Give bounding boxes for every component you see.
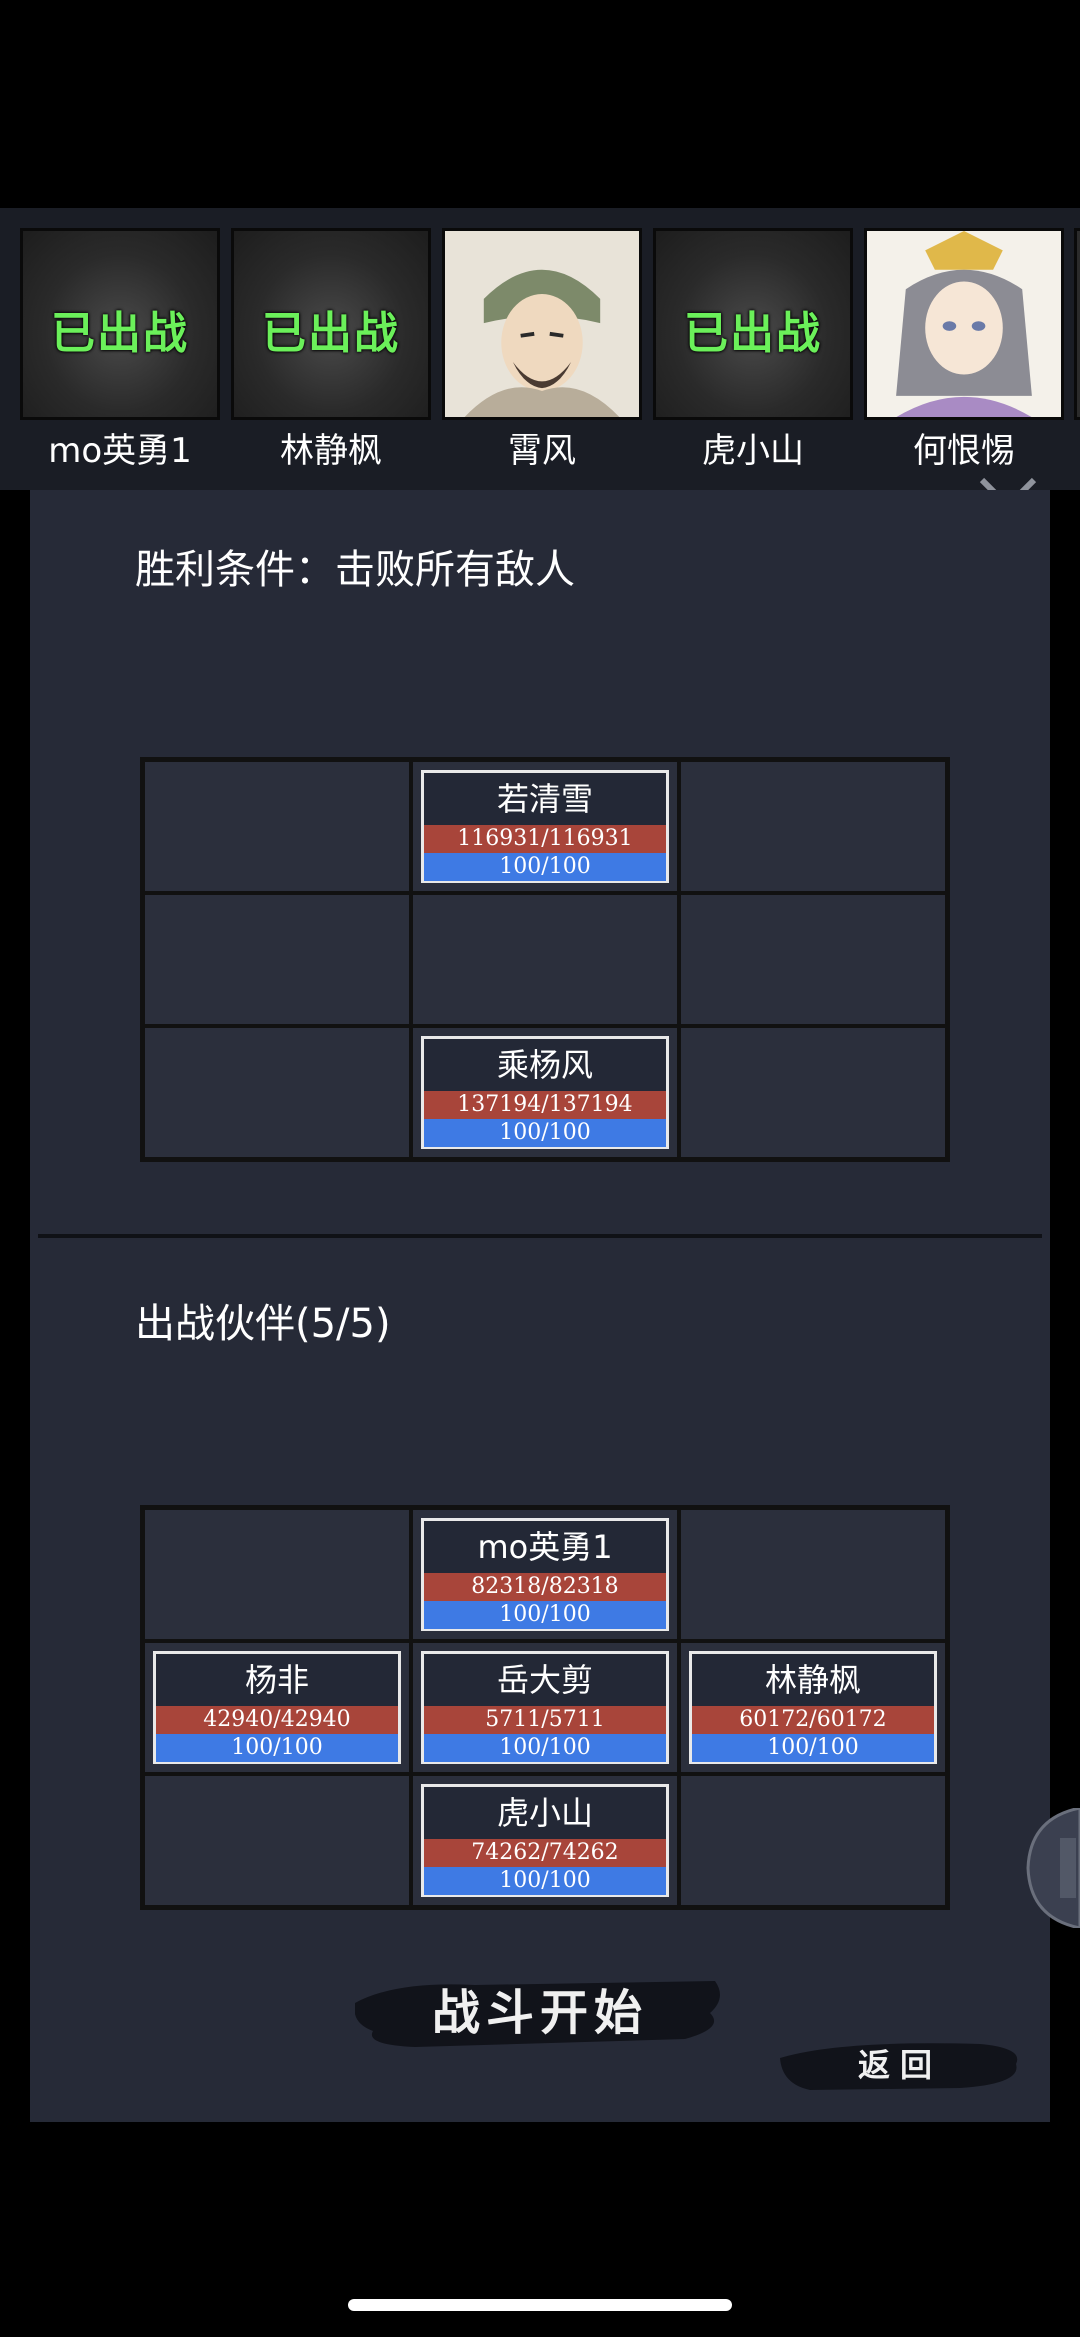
grid-cell[interactable] <box>143 1508 411 1641</box>
unit-name: 岳大剪 <box>496 1661 593 1699</box>
portrait-name: mo英勇1 <box>48 431 192 471</box>
grid-cell <box>679 760 947 893</box>
enemy-unit-card[interactable]: 乘杨风 137194/137194 100/100 <box>421 1036 669 1149</box>
portrait-name: 何恨惕 <box>913 431 1015 471</box>
grid-cell[interactable]: 虎小山 74262/74262 100/100 <box>411 1774 679 1907</box>
portrait-name: 霄风 <box>508 431 576 471</box>
mp-bar: 100/100 <box>424 1601 666 1629</box>
hp-bar: 42940/42940 <box>156 1706 398 1734</box>
back-label: 返回 <box>857 2046 942 2084</box>
grid-cell <box>143 1026 411 1159</box>
victory-condition-title: 胜利条件：击败所有敌人 <box>135 547 575 593</box>
mp-bar: 100/100 <box>156 1734 398 1762</box>
deployed-label: 已出战 <box>51 308 189 359</box>
grid-cell[interactable]: 杨非 42940/42940 100/100 <box>143 1641 411 1774</box>
portrait-name: 林静枫 <box>280 431 382 471</box>
back-button[interactable]: 返回 <box>780 2036 1020 2094</box>
grid-cell <box>679 893 947 1026</box>
unit-name: 虎小山 <box>496 1794 593 1832</box>
hero-portrait-image <box>867 231 1061 417</box>
mp-bar: 100/100 <box>424 1119 666 1147</box>
grid-cell[interactable]: mo英勇1 82318/82318 100/100 <box>411 1508 679 1641</box>
unit-name: 若清雪 <box>496 780 593 818</box>
mp-bar: 100/100 <box>692 1734 934 1762</box>
portrait-roster: 已出战 mo英勇1 已出战 林静枫 霄风 已出战 虎小山 何恨惕 <box>0 208 1080 490</box>
enemy-unit-card[interactable]: 若清雪 116931/116931 100/100 <box>421 770 669 883</box>
party-unit-card[interactable]: mo英勇1 82318/82318 100/100 <box>421 1518 669 1631</box>
portrait-card-2[interactable]: 已出战 <box>231 228 431 420</box>
grid-cell[interactable] <box>143 1774 411 1907</box>
party-title: 出战伙伴(5/5) <box>135 1301 391 1347</box>
party-unit-card[interactable]: 岳大剪 5711/5711 100/100 <box>421 1651 669 1764</box>
grid-cell[interactable]: 岳大剪 5711/5711 100/100 <box>411 1641 679 1774</box>
party-unit-card[interactable]: 虎小山 74262/74262 100/100 <box>421 1784 669 1897</box>
unit-name: mo英勇1 <box>477 1528 613 1566</box>
mp-bar: 100/100 <box>424 1867 666 1895</box>
unit-name: 杨非 <box>244 1661 309 1699</box>
deployed-label: 已出战 <box>684 308 822 359</box>
grid-cell <box>143 760 411 893</box>
party-formation-grid: mo英勇1 82318/82318 100/100 杨非 42940/42940… <box>140 1505 950 1910</box>
start-battle-button[interactable]: 战斗开始 <box>355 1973 725 2053</box>
mp-bar: 100/100 <box>424 853 666 881</box>
start-battle-label: 战斗开始 <box>431 1985 648 2041</box>
portrait-card-partial[interactable] <box>1074 228 1080 420</box>
home-indicator[interactable] <box>348 2299 732 2311</box>
unit-name: 乘杨风 <box>496 1046 593 1084</box>
hp-bar: 60172/60172 <box>692 1706 934 1734</box>
portrait-name: 虎小山 <box>702 431 804 471</box>
portrait-card-5[interactable] <box>864 228 1064 420</box>
portrait-card-1[interactable]: 已出战 <box>20 228 220 420</box>
hp-bar: 5711/5711 <box>424 1706 666 1734</box>
grid-cell <box>143 893 411 1026</box>
grid-cell[interactable] <box>679 1774 947 1907</box>
unit-name: 林静枫 <box>764 1661 861 1699</box>
hp-bar: 74262/74262 <box>424 1839 666 1867</box>
deployed-label: 已出战 <box>262 308 400 359</box>
grid-cell <box>679 1026 947 1159</box>
grid-cell <box>411 893 679 1026</box>
enemy-formation-grid: 若清雪 116931/116931 100/100 乘杨风 137194/137… <box>140 757 950 1162</box>
portrait-card-3[interactable] <box>442 228 642 420</box>
grid-cell[interactable] <box>679 1508 947 1641</box>
grid-cell: 乘杨风 137194/137194 100/100 <box>411 1026 679 1159</box>
party-unit-card[interactable]: 杨非 42940/42940 100/100 <box>153 1651 401 1764</box>
hp-bar: 137194/137194 <box>424 1091 666 1119</box>
mp-bar: 100/100 <box>424 1734 666 1762</box>
party-unit-card[interactable]: 林静枫 60172/60172 100/100 <box>689 1651 937 1764</box>
grid-cell[interactable]: 林静枫 60172/60172 100/100 <box>679 1641 947 1774</box>
hero-portrait-image <box>445 231 639 417</box>
grid-cell: 若清雪 116931/116931 100/100 <box>411 760 679 893</box>
hp-bar: 116931/116931 <box>424 825 666 853</box>
hp-bar: 82318/82318 <box>424 1573 666 1601</box>
section-divider <box>38 1234 1042 1238</box>
side-panel-handle-icon[interactable] <box>1020 1808 1080 1928</box>
portrait-card-4[interactable]: 已出战 <box>653 228 853 420</box>
